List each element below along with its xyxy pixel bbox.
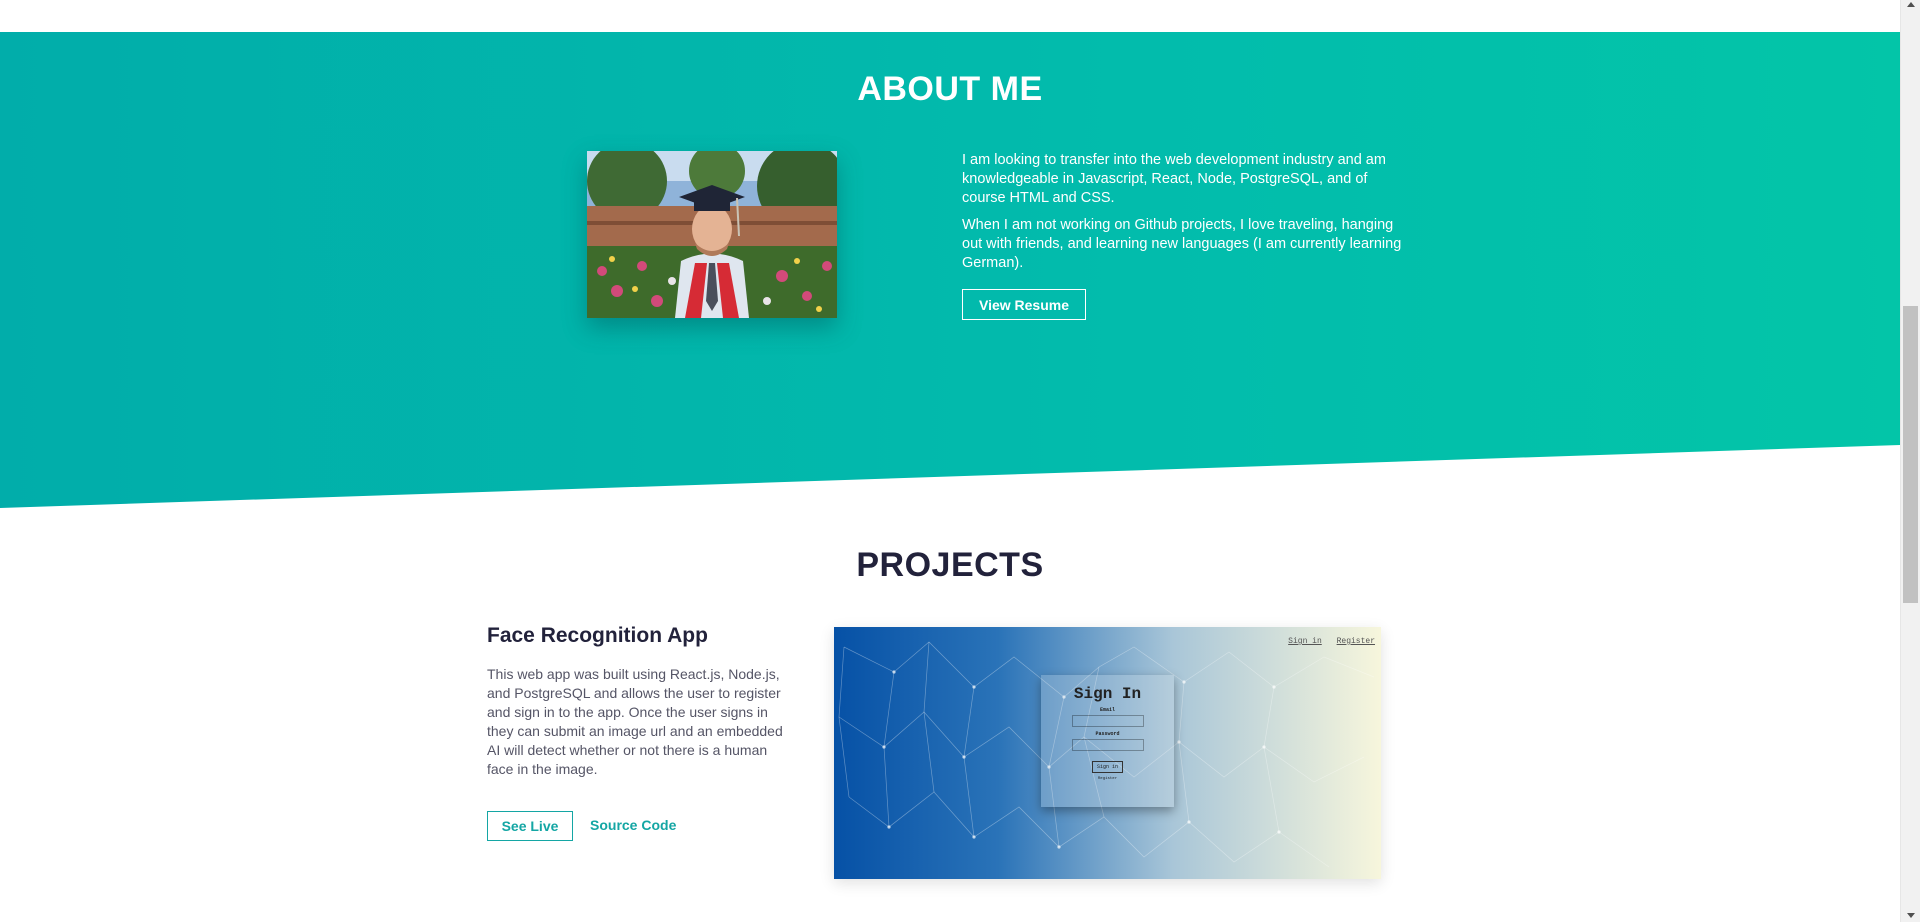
about-paragraph-1: I am looking to transfer into the web de… <box>962 152 1386 206</box>
project-screenshot[interactable]: Sign in Register Sign In Email Password … <box>834 627 1381 879</box>
about-description: I am looking to transfer into the web de… <box>962 151 1407 281</box>
screenshot-password-label: Password <box>1095 731 1120 737</box>
project-title: Face Recognition App <box>487 624 708 647</box>
screenshot-email-label: Email <box>1099 707 1115 713</box>
page: ABOUT ME I am looking to transfer into t… <box>0 0 1900 922</box>
screenshot-signin-link: Sign in <box>1288 637 1322 646</box>
screenshot-card-title: Sign In <box>1073 685 1142 703</box>
profile-photo <box>587 151 837 318</box>
screenshot-nav: Sign in Register <box>1278 637 1375 646</box>
scroll-down-arrow-icon[interactable] <box>1907 913 1915 918</box>
screenshot-register-link: Register <box>1336 637 1375 646</box>
screenshot-register-text: Register <box>1097 777 1118 781</box>
scroll-up-arrow-icon[interactable] <box>1907 2 1915 7</box>
screenshot-signin-button: Sign in <box>1091 761 1123 773</box>
scrollbar-thumb[interactable] <box>1903 306 1918 603</box>
screenshot-signin-card: Sign In Email Password Sign in Register <box>1041 675 1174 807</box>
vertical-scrollbar[interactable] <box>1900 0 1920 922</box>
about-paragraph-2: When I am not working on Github projects… <box>962 217 1402 271</box>
see-live-button[interactable]: See Live <box>487 811 573 841</box>
screenshot-password-field <box>1071 739 1144 751</box>
projects-title: PROJECTS <box>856 546 1044 584</box>
source-code-link[interactable]: Source Code <box>590 811 676 839</box>
about-title: ABOUT ME <box>857 70 1043 108</box>
project-description: This web app was built using React.js, N… <box>487 666 783 777</box>
screenshot-email-field <box>1071 715 1144 727</box>
view-resume-button[interactable]: View Resume <box>962 289 1086 320</box>
